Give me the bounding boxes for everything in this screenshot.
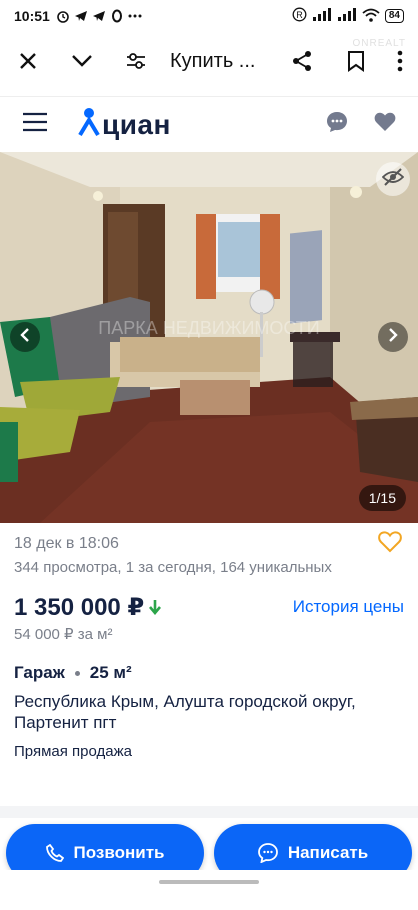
sale-type: Прямая продажа [14,743,132,760]
page-title: Купить ... [170,49,256,72]
close-icon[interactable] [8,41,48,81]
message-icon [257,843,278,863]
gallery-next-button[interactable] [378,322,408,352]
bottom-action-bar: Позвонить Написать [0,818,418,890]
page-settings-icon[interactable] [116,41,156,81]
signal-icon [312,7,332,25]
corner-watermark: ONREALT [352,38,406,49]
separator-dot [74,670,80,676]
hide-listing-button[interactable] [376,162,410,196]
call-button-label: Позвонить [73,843,165,862]
o-app-icon [110,9,124,23]
status-bar: 10:51 R 84 [0,0,418,32]
svg-text:R: R [296,10,303,20]
phone-icon [45,844,64,862]
listing-info: 18 дек в 18:06 344 просмотра, 1 за сегод… [0,523,418,760]
status-time: 10:51 [14,8,50,24]
chevron-down-icon[interactable] [62,41,102,81]
chevron-left-icon [19,327,31,347]
signal-icon-2 [337,7,357,25]
cian-logo[interactable]: циан [78,107,171,142]
price: 1 350 000 ₽ [14,593,145,621]
share-icon[interactable] [282,41,322,81]
favorites-icon[interactable] [374,112,396,137]
wifi-icon [362,8,380,25]
app-header: циан [0,96,418,152]
logo-text: циан [102,108,171,140]
favorite-heart-icon[interactable] [378,530,402,558]
section-divider [0,806,418,818]
gallery-prev-button[interactable] [10,322,40,352]
registered-icon: R [292,7,307,25]
telegram-icon [74,9,88,23]
listing-photo: ПАРКА НЕДВИЖИМОСТИ [0,152,418,523]
property-summary: Гараж 25 м² [14,663,404,683]
more-notifications-icon [128,13,142,19]
browser-toolbar: Купить ... ONREALT [0,32,418,90]
property-type: Гараж [14,663,65,682]
logo-pin-icon [78,107,100,142]
eye-off-icon [381,167,405,191]
property-area: 25 м² [89,663,132,682]
price-down-icon [149,599,162,615]
battery-indicator: 84 [384,9,404,23]
message-button-label: Написать [287,843,369,862]
home-indicator[interactable] [159,880,259,884]
alarm-icon [56,9,70,23]
price-history-link[interactable]: История цены [293,597,404,617]
menu-icon[interactable] [22,112,48,137]
chevron-right-icon [387,327,399,347]
price-per-meter: 54 000 ₽ за м² [14,626,113,643]
publish-date: 18 дек в 18:06 [14,535,119,552]
address[interactable]: Республика Крым, Алушта городской округ,… [14,691,404,733]
photo-counter: 1/15 [358,485,406,511]
chat-icon[interactable] [326,111,348,138]
system-nav-bar [0,870,418,890]
photo-watermark: ПАРКА НЕДВИЖИМОСТИ [98,318,319,338]
telegram-icon-2 [92,9,106,23]
photo-gallery[interactable]: ПАРКА НЕДВИЖИМОСТИ 1/15 [0,152,418,523]
views-count: 344 просмотра, 1 за сегодня, 164 уникаль… [14,559,332,576]
